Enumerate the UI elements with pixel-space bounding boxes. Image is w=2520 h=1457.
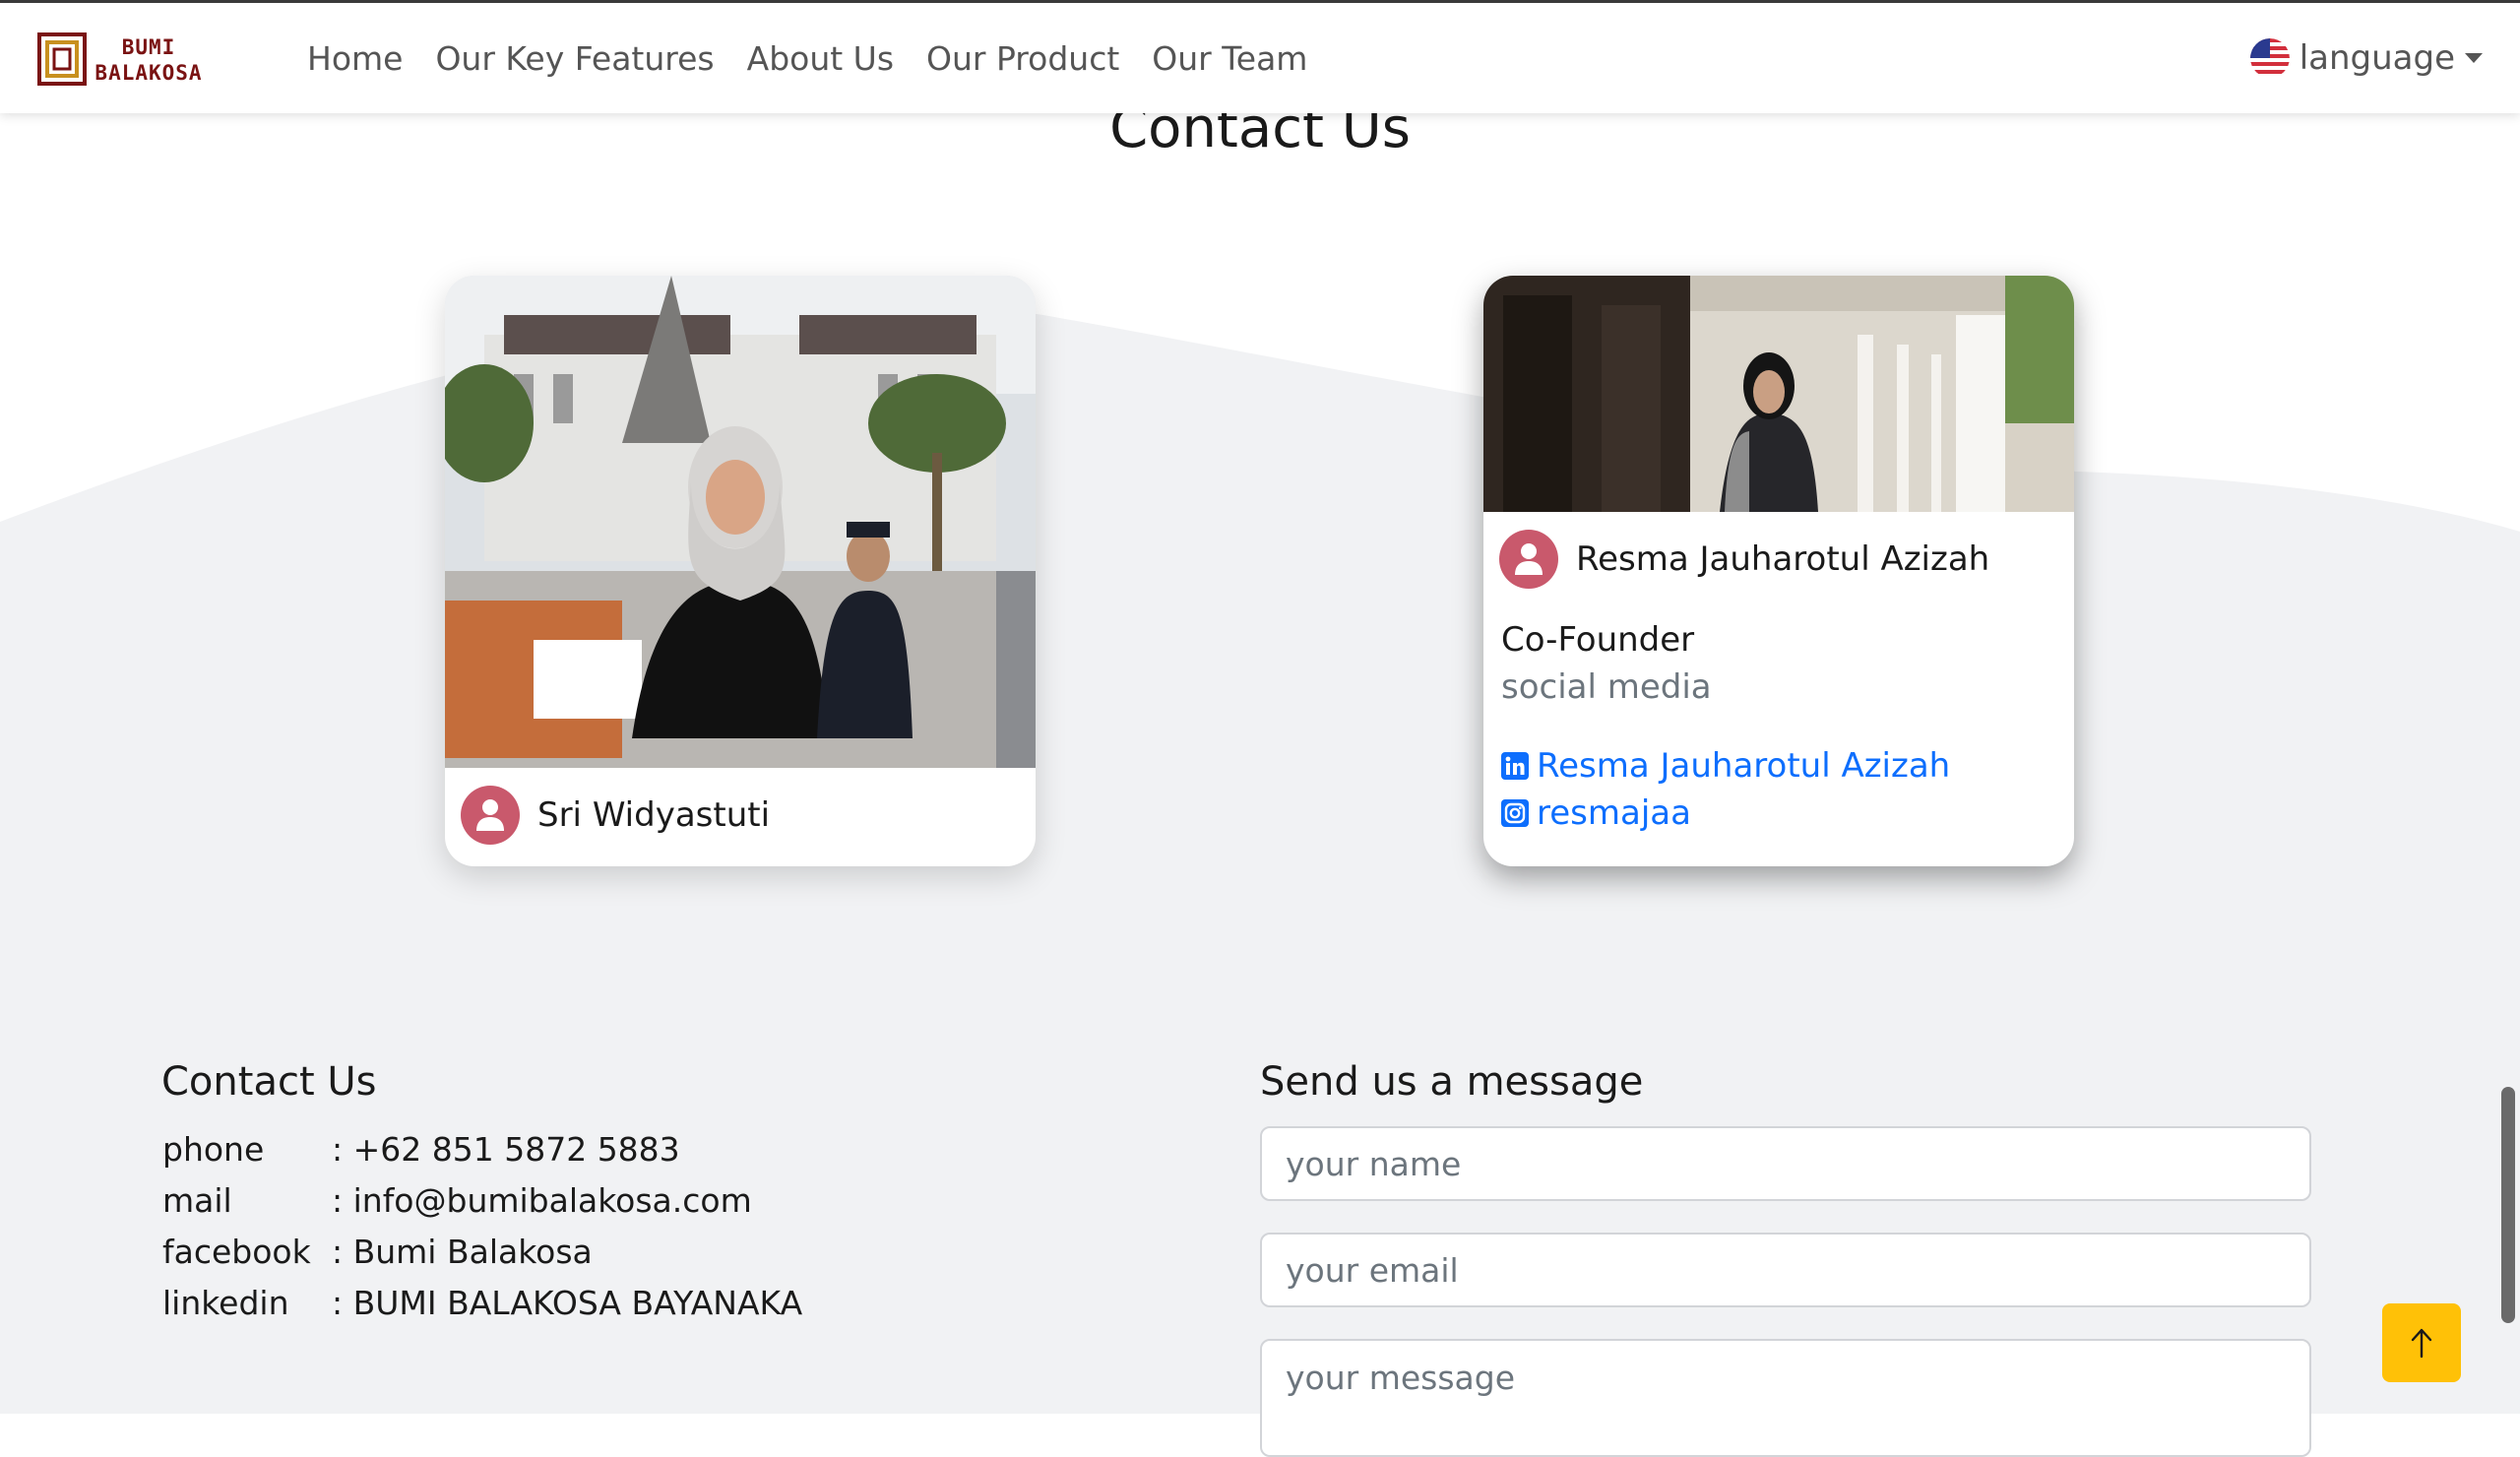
team-card: Resma Jauharotul Azizah Co-Founder socia… bbox=[1483, 276, 2074, 866]
language-dropdown[interactable]: language bbox=[2249, 3, 2483, 113]
brand-logo[interactable]: BUMI BALAKOSA bbox=[37, 31, 203, 90]
contact-value: : Bumi Balakosa bbox=[332, 1233, 593, 1271]
linkedin-link-text: Resma Jauharotul Azizah bbox=[1537, 746, 1951, 786]
team-member-photo bbox=[1483, 276, 2074, 512]
instagram-link-text: resmajaa bbox=[1537, 793, 1691, 833]
user-icon bbox=[461, 786, 520, 845]
brand-name: BUMI BALAKOSA bbox=[94, 34, 203, 86]
us-flag-icon bbox=[2249, 38, 2290, 78]
team-member-department: social media bbox=[1501, 667, 1712, 707]
team-member-header: Sri Widyastuti bbox=[461, 786, 770, 845]
team-member-photo bbox=[445, 276, 1036, 768]
team-card: Sri Widyastuti bbox=[445, 276, 1036, 866]
contact-label: phone bbox=[162, 1130, 265, 1169]
chevron-down-icon bbox=[2465, 53, 2483, 63]
back-to-top-button[interactable] bbox=[2382, 1303, 2461, 1382]
language-label: language bbox=[2299, 38, 2455, 78]
message-form-title: Send us a message bbox=[1260, 1059, 1644, 1105]
contact-value: : info@bumibalakosa.com bbox=[332, 1181, 752, 1220]
name-input[interactable] bbox=[1260, 1126, 2311, 1201]
email-input[interactable] bbox=[1260, 1233, 2311, 1307]
contact-label: linkedin bbox=[162, 1284, 289, 1322]
contact-phone-row: phone : +62 851 5872 5883 bbox=[162, 1130, 680, 1169]
logo-frame-icon bbox=[37, 32, 87, 86]
team-member-name: Resma Jauharotul Azizah bbox=[1576, 539, 1990, 579]
arrow-up-icon bbox=[2411, 1328, 2432, 1359]
footer-contact-title: Contact Us bbox=[161, 1059, 377, 1105]
team-member-name: Sri Widyastuti bbox=[537, 795, 771, 835]
nav-item-home[interactable]: Home bbox=[307, 39, 403, 78]
user-icon bbox=[1499, 530, 1558, 589]
contact-label: facebook bbox=[162, 1233, 311, 1271]
contact-linkedin-row: linkedin : BUMI BALAKOSA BAYANAKA bbox=[162, 1284, 802, 1322]
contact-mail-row: mail : info@bumibalakosa.com bbox=[162, 1181, 752, 1220]
linkedin-link[interactable]: Resma Jauharotul Azizah bbox=[1501, 746, 1950, 786]
navbar: BUMI BALAKOSA Home Our Key Features Abou… bbox=[0, 0, 2520, 113]
nav-item-our-product[interactable]: Our Product bbox=[926, 39, 1119, 78]
brand-name-line1: BUMI bbox=[121, 35, 176, 59]
contact-facebook-row: facebook : Bumi Balakosa bbox=[162, 1233, 593, 1271]
contact-value: : +62 851 5872 5883 bbox=[332, 1130, 680, 1169]
nav-item-our-team[interactable]: Our Team bbox=[1152, 39, 1307, 78]
team-member-role: Co-Founder bbox=[1501, 620, 1695, 660]
linkedin-icon bbox=[1501, 752, 1529, 780]
brand-name-line2: BALAKOSA bbox=[94, 61, 203, 85]
team-member-header: Resma Jauharotul Azizah bbox=[1499, 530, 1989, 589]
message-input[interactable] bbox=[1260, 1339, 2311, 1457]
contact-label: mail bbox=[162, 1181, 232, 1220]
nav-item-key-features[interactable]: Our Key Features bbox=[435, 39, 714, 78]
page-scrollbar[interactable] bbox=[2501, 1087, 2515, 1323]
instagram-icon bbox=[1501, 799, 1529, 827]
nav-links: Home Our Key Features About Us Our Produ… bbox=[307, 3, 1340, 113]
contact-value: : BUMI BALAKOSA BAYANAKA bbox=[332, 1284, 803, 1322]
nav-item-about-us[interactable]: About Us bbox=[747, 39, 894, 78]
instagram-link[interactable]: resmajaa bbox=[1501, 793, 1691, 833]
